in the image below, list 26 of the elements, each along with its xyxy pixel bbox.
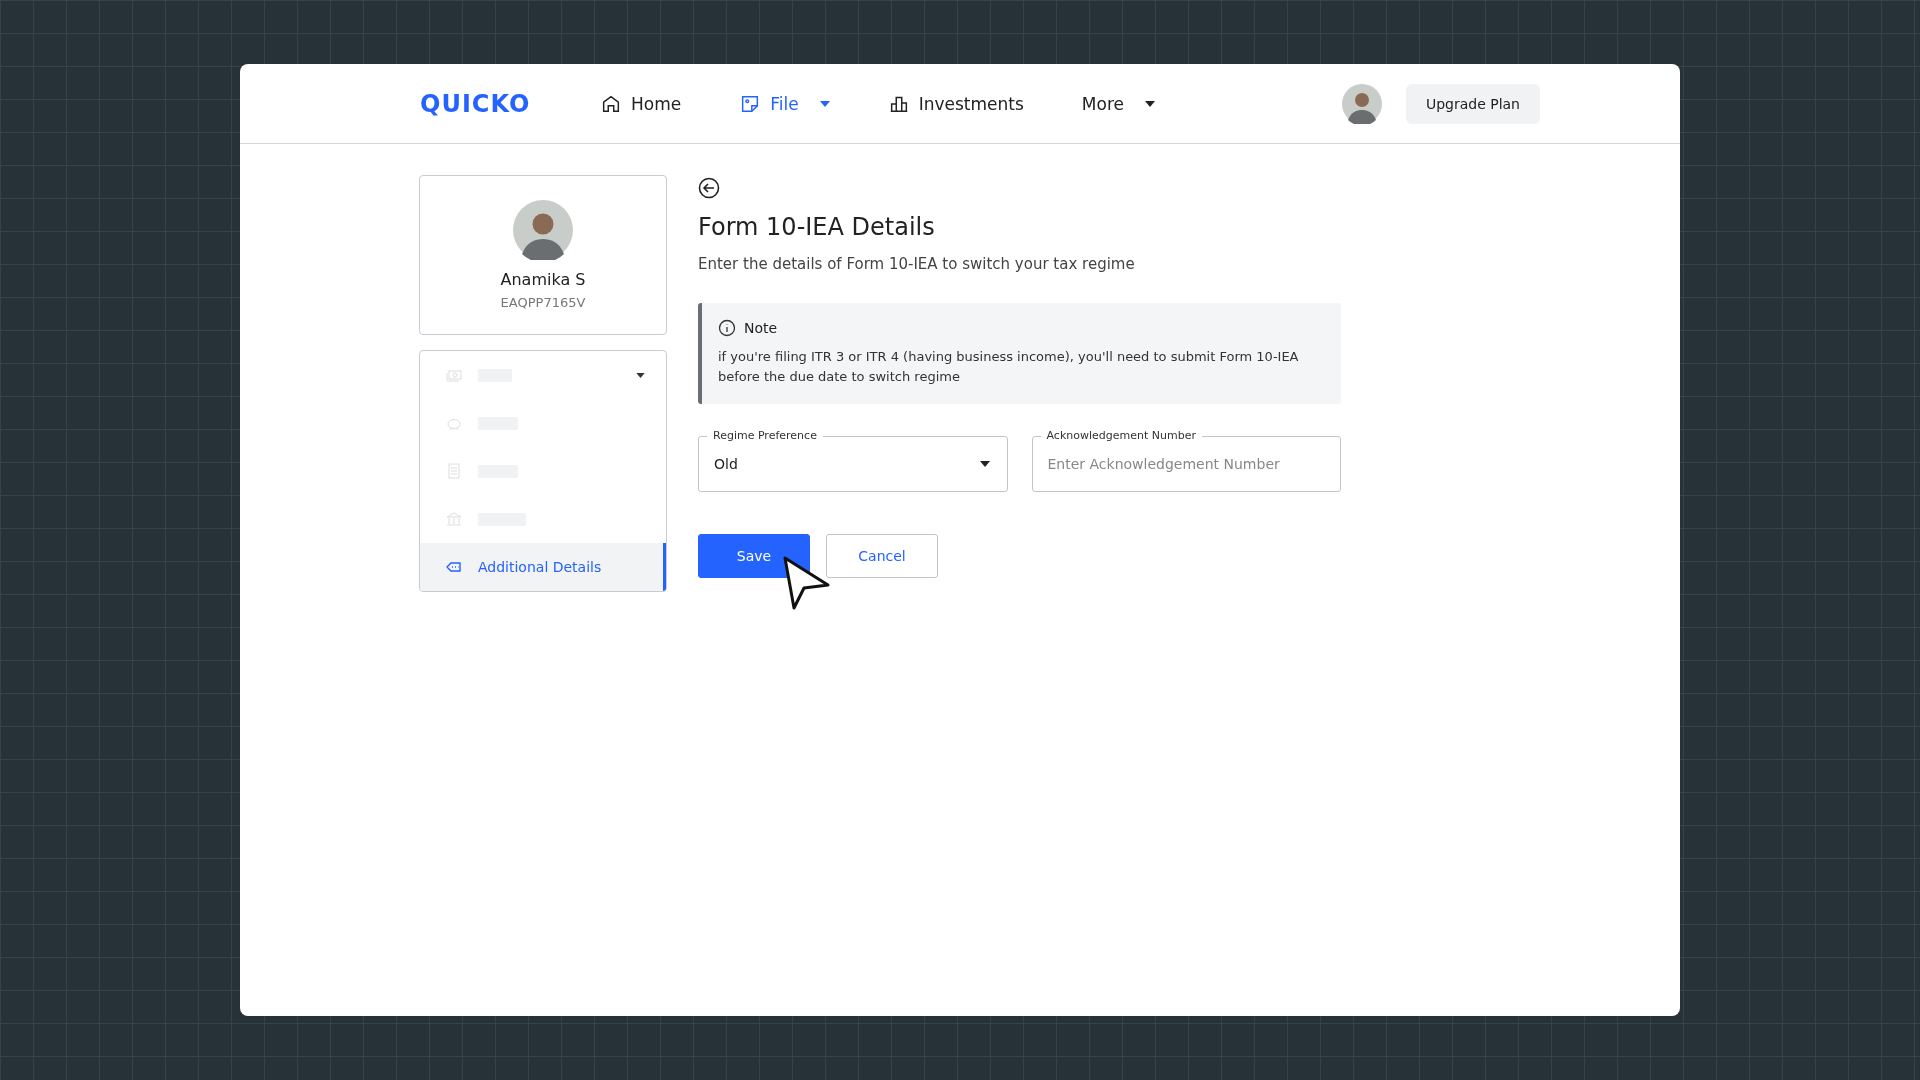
document-icon bbox=[446, 463, 462, 479]
avatar-icon bbox=[1341, 83, 1382, 124]
note-title: Note bbox=[744, 320, 778, 336]
cancel-button[interactable]: Cancel bbox=[826, 534, 938, 578]
cursor-icon bbox=[782, 555, 832, 611]
caret-icon[interactable] bbox=[636, 372, 645, 378]
user-name: Anamika S bbox=[500, 270, 586, 289]
avatar-icon bbox=[513, 200, 573, 260]
field-label: Regime Preference bbox=[707, 428, 823, 443]
upgrade-plan-button[interactable]: Upgrade Plan bbox=[1405, 83, 1540, 124]
info-icon bbox=[718, 319, 736, 337]
page-title: Form 10-IEA Details bbox=[698, 213, 936, 241]
nav-item[interactable]: Home bbox=[600, 92, 682, 115]
logo: QUICKO bbox=[420, 89, 532, 118]
bank-icon bbox=[446, 511, 462, 527]
nav-item[interactable]: More bbox=[1081, 93, 1155, 114]
caret-icon bbox=[979, 461, 990, 467]
tag-icon bbox=[446, 559, 462, 575]
page-subtitle: Enter the details of Form 10-IEA to switch your tax regime bbox=[698, 255, 1136, 273]
sidebar-item[interactable]: Additional Details bbox=[420, 543, 666, 591]
nav-item[interactable]: Investments bbox=[887, 92, 1024, 115]
nav-item[interactable]: File bbox=[739, 92, 830, 115]
field-label: Acknowledgement Number bbox=[1040, 428, 1202, 443]
note-text: if you're filing ITR 3 or ITR 4 (having business income), you'll need to submit Form 10-IEA before the due date to switch regime bbox=[718, 348, 1300, 386]
cash-icon bbox=[446, 367, 462, 383]
pan-number: EAQPP7165V bbox=[500, 295, 586, 310]
